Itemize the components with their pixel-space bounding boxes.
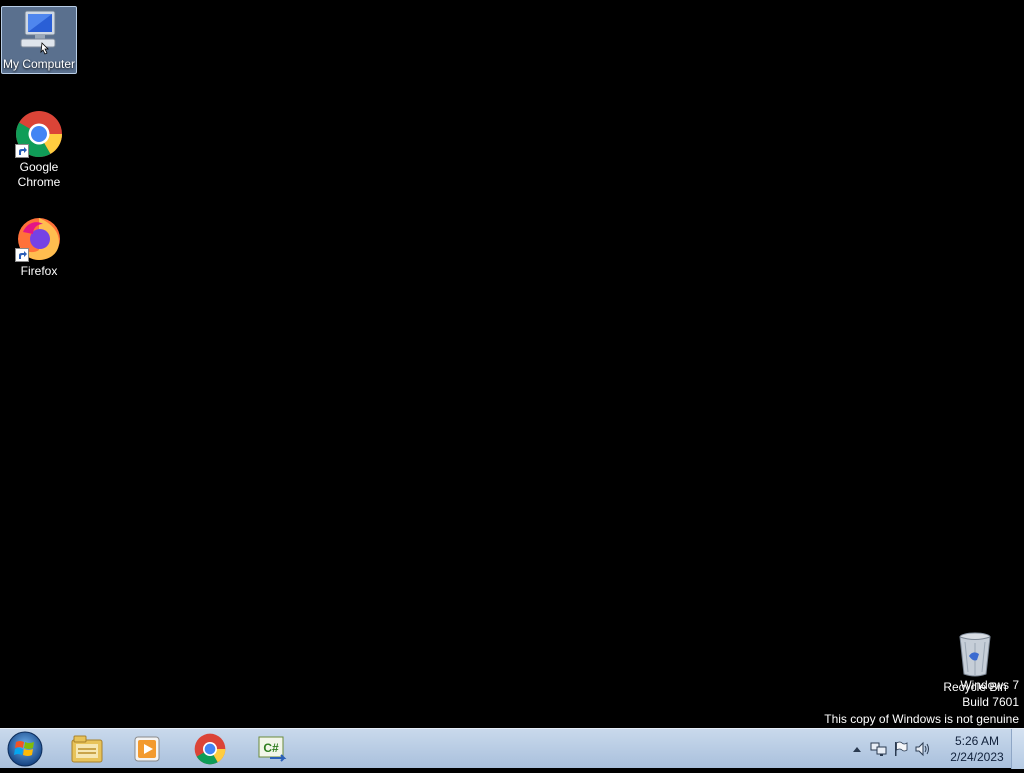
svg-text:C#: C# — [263, 741, 279, 755]
firefox-icon — [15, 214, 63, 262]
desktop[interactable]: My Computer Google Chrome Firefox Recycl… — [0, 0, 1024, 728]
taskbar-csharp-project-button[interactable]: C# — [243, 731, 301, 767]
windows-start-orb-icon — [7, 731, 43, 767]
chrome-icon — [15, 110, 63, 158]
csharp-project-icon: C# — [258, 736, 287, 762]
desktop-icon-firefox[interactable]: Firefox — [1, 214, 77, 279]
desktop-icon-label: My Computer — [2, 57, 76, 71]
taskbar-media-player-button[interactable] — [118, 731, 176, 767]
taskbar-file-explorer-button[interactable] — [58, 731, 116, 767]
network-button[interactable] — [868, 729, 890, 769]
clock-time: 5:26 AM — [954, 734, 1000, 748]
volume-button[interactable] — [912, 729, 934, 769]
recycle-bin-icon — [951, 630, 999, 678]
windows-genuine-watermark: Windows 7 Build 7601 This copy of Window… — [824, 677, 1019, 728]
watermark-build: Build 7601 — [962, 695, 1019, 709]
watermark-genuine-notice: This copy of Windows is not genuine — [824, 712, 1019, 726]
volume-icon — [915, 741, 929, 757]
action-center-flag-icon — [895, 741, 908, 756]
start-button[interactable] — [5, 730, 45, 768]
watermark-version: Windows 7 — [960, 678, 1019, 692]
show-desktop-button[interactable] — [1011, 729, 1024, 769]
taskbar: C# 5:26 AM 2/24/2023 — [0, 728, 1024, 769]
chevron-up-icon — [853, 747, 861, 752]
media-player-icon — [134, 736, 160, 762]
file-explorer-icon — [71, 735, 103, 763]
chrome-icon — [194, 733, 226, 765]
my-computer-icon — [15, 7, 63, 55]
desktop-icon-my-computer[interactable]: My Computer — [1, 6, 77, 74]
desktop-icon-label: Firefox — [20, 264, 58, 278]
show-hidden-icons-button[interactable] — [846, 729, 868, 769]
system-tray: 5:26 AM 2/24/2023 — [846, 729, 1010, 769]
desktop-icon-label: Google Chrome — [17, 160, 61, 189]
shortcut-arrow-icon — [15, 144, 29, 158]
taskbar-chrome-button[interactable] — [181, 731, 239, 767]
clock-date: 2/24/2023 — [950, 750, 1004, 764]
taskbar-clock[interactable]: 5:26 AM 2/24/2023 — [944, 733, 1010, 765]
action-center-button[interactable] — [890, 729, 912, 769]
shortcut-arrow-icon — [15, 248, 29, 262]
desktop-icon-google-chrome[interactable]: Google Chrome — [1, 110, 77, 190]
network-icon — [870, 742, 887, 756]
